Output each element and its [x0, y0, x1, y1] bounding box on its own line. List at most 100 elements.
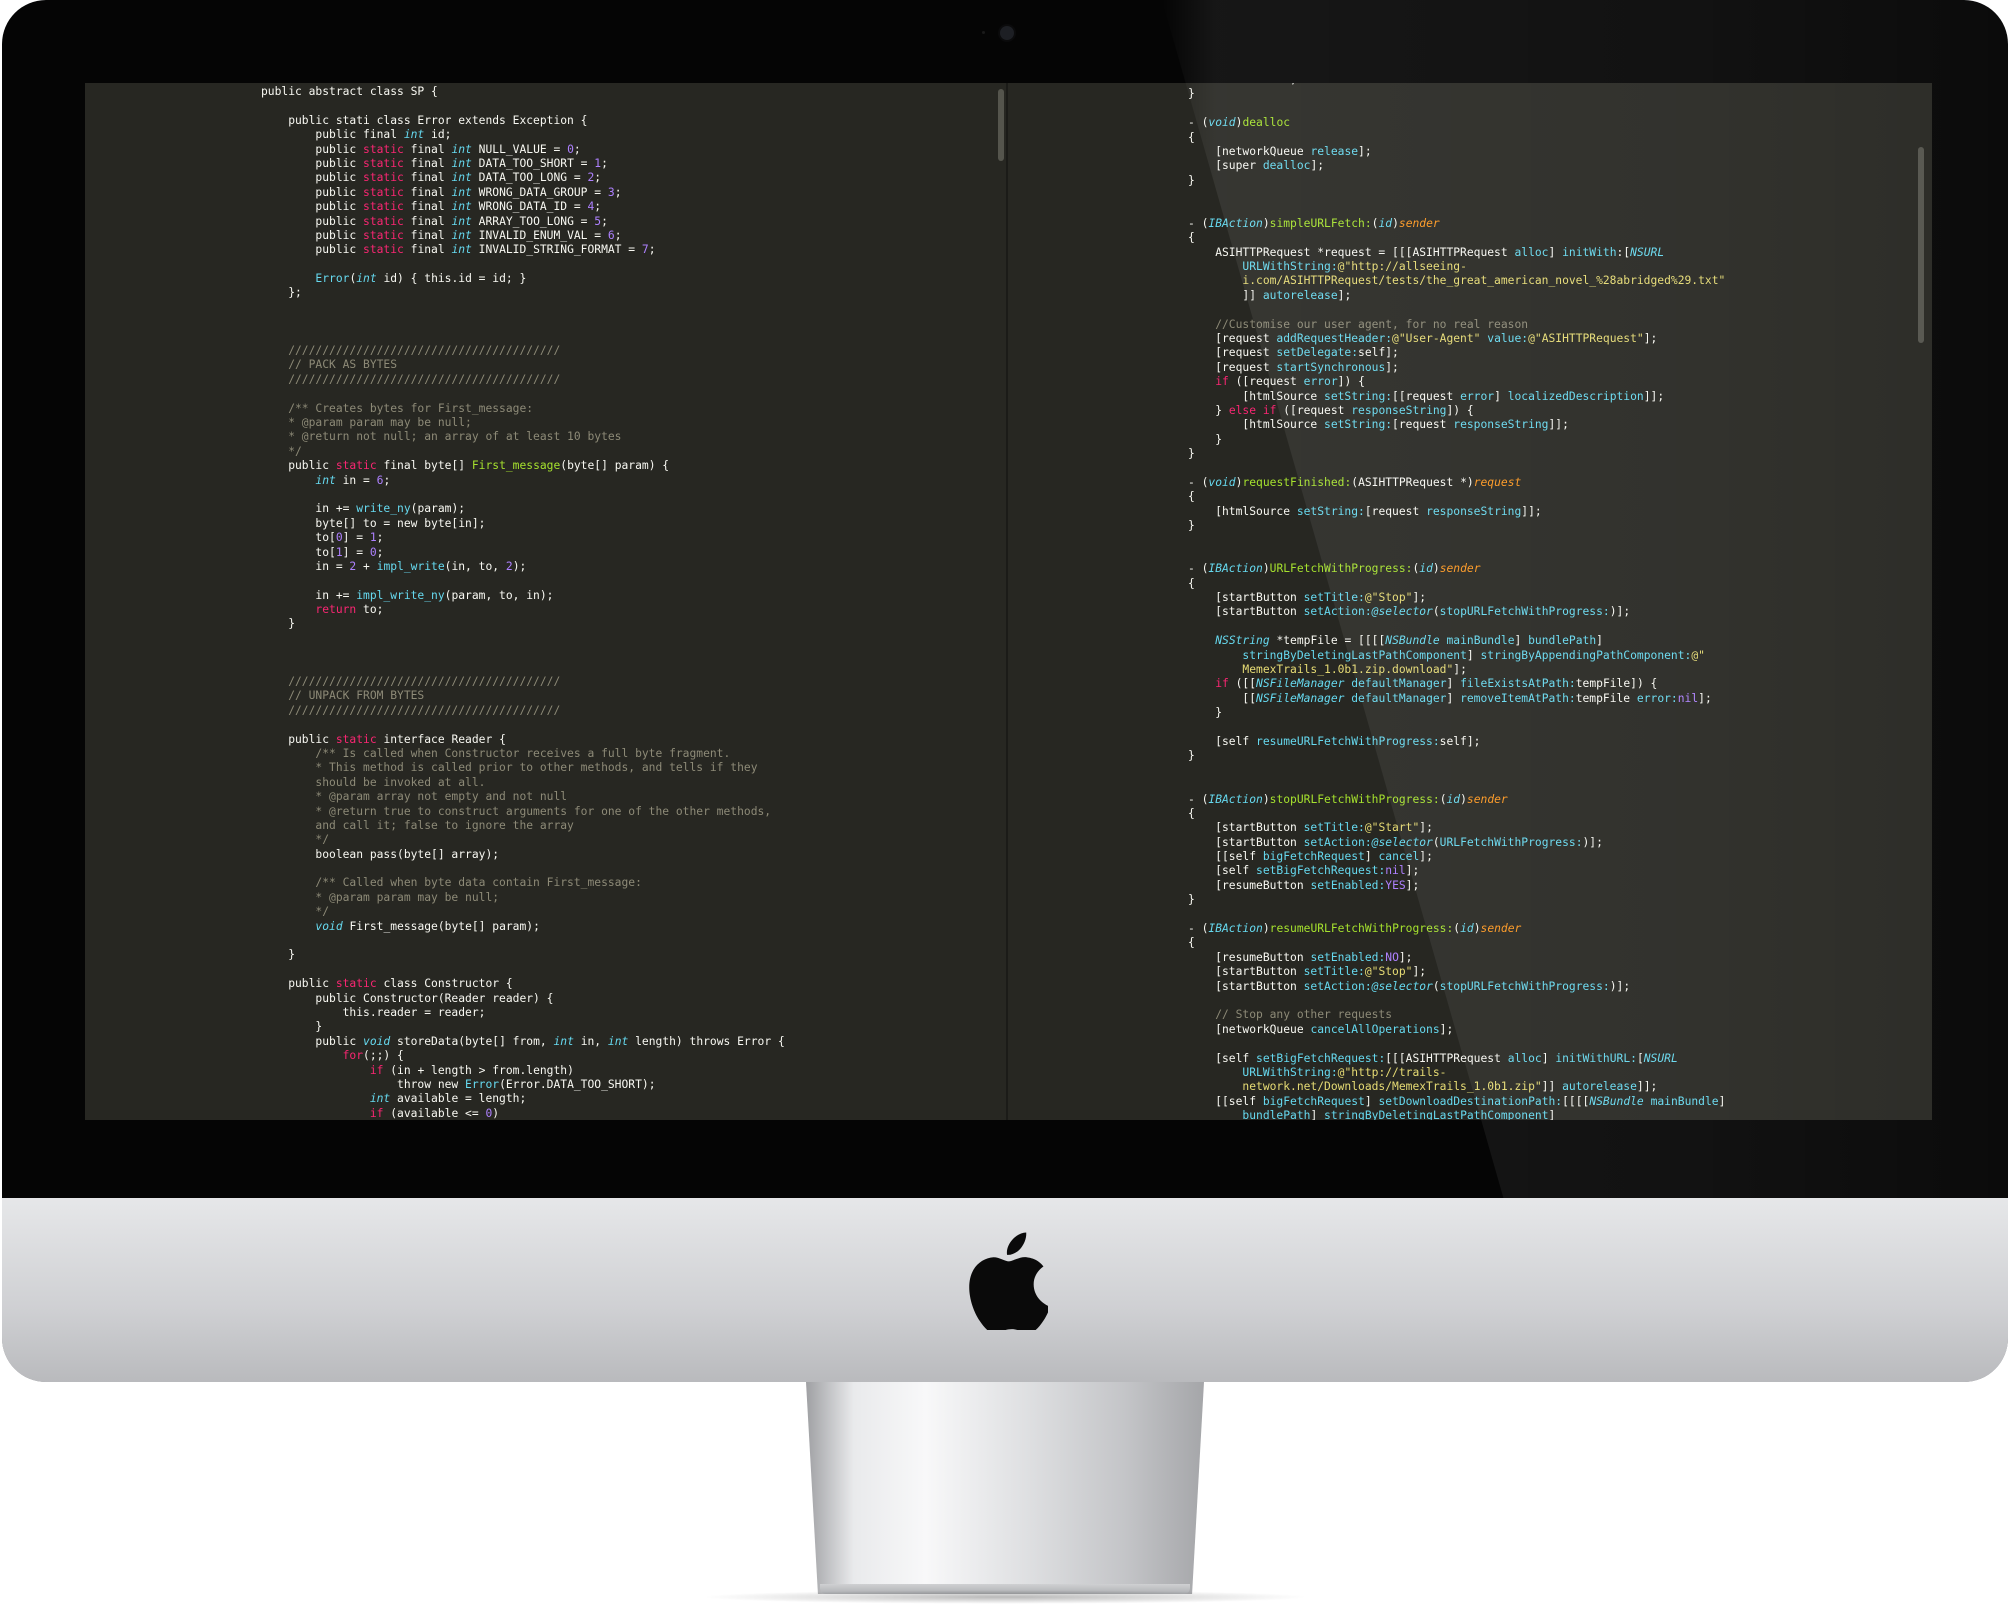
code-line[interactable]: - (IBAction)simpleURLFetch:(id)sender: [1188, 217, 1725, 231]
editor-pane-left[interactable]: public abstract class SP { public stati …: [85, 83, 1006, 1120]
code-line[interactable]: and call it; false to ignore the array: [261, 819, 785, 833]
code-line[interactable]: public static class Constructor {: [261, 977, 785, 991]
code-line[interactable]: [261, 718, 785, 732]
code-line[interactable]: [super dealloc];: [1188, 159, 1725, 173]
code-line[interactable]: bundlePath] stringByDeletingLastPathComp…: [1188, 1109, 1725, 1120]
code-line[interactable]: public static final int DATA_TOO_LONG = …: [261, 171, 785, 185]
code-line[interactable]: [htmlSource setString:[request responseS…: [1188, 505, 1725, 519]
code-line[interactable]: ////////////////////////////////////////: [261, 344, 785, 358]
code-line[interactable]: }: [261, 617, 785, 631]
code-line[interactable]: } else if ([request responseString]) {: [1188, 404, 1725, 418]
code-line[interactable]: public static final byte[] First_message…: [261, 459, 785, 473]
code-line[interactable]: [request startSynchronous];: [1188, 361, 1725, 375]
code-line[interactable]: public final int id;: [261, 128, 785, 142]
code-line[interactable]: throw new Error(Error.DATA_TOO_SHORT);: [261, 1078, 785, 1092]
editor-pane-right[interactable]: return self;} - (void)dealloc{ [networkQ…: [1008, 83, 1932, 1120]
code-line[interactable]: public stati class Error extends Excepti…: [261, 114, 785, 128]
code-line[interactable]: public void storeData(byte[] from, int i…: [261, 1035, 784, 1049]
code-line[interactable]: if ([[NSFileManager defaultManager] file…: [1188, 677, 1725, 691]
code-line[interactable]: }: [261, 948, 785, 962]
code-line[interactable]: {: [1188, 807, 1725, 821]
code-line[interactable]: this.reader = reader;: [261, 1006, 785, 1020]
code-line[interactable]: [261, 258, 785, 272]
code-line[interactable]: to[0] = 1;: [261, 531, 785, 545]
scrollbar-right[interactable]: [1918, 147, 1924, 343]
code-line[interactable]: public static final int ARRAY_TOO_LONG =…: [261, 215, 785, 229]
code-line[interactable]: */: [261, 905, 785, 919]
code-line[interactable]: [request addRequestHeader:@"User-Agent" …: [1188, 332, 1725, 346]
code-line[interactable]: {: [1188, 231, 1725, 245]
code-line[interactable]: }: [261, 1020, 785, 1034]
code-line[interactable]: [self resumeURLFetchWithProgress:self];: [1188, 735, 1725, 749]
code-line[interactable]: * This method is called prior to other m…: [261, 761, 785, 775]
code-line[interactable]: [[self bigFetchRequest] cancel];: [1188, 850, 1725, 864]
code-line[interactable]: [261, 387, 785, 401]
code-line[interactable]: /** Creates bytes for First_message:: [261, 402, 785, 416]
code-line[interactable]: return to;: [261, 603, 785, 617]
code-line[interactable]: ////////////////////////////////////////: [261, 704, 785, 718]
code-line[interactable]: [[self bigFetchRequest] setDownloadDesti…: [1188, 1095, 1725, 1109]
code-line[interactable]: // UNPACK FROM BYTES: [261, 689, 785, 703]
code-line[interactable]: [261, 934, 785, 948]
code-line[interactable]: ////////////////////////////////////////: [261, 675, 785, 689]
code-line[interactable]: - (IBAction)URLFetchWithProgress:(id)sen…: [1188, 562, 1725, 576]
code-line[interactable]: /** Called when byte data contain First_…: [261, 876, 785, 890]
code-line[interactable]: [htmlSource setString:[[request error] l…: [1188, 390, 1725, 404]
code-line[interactable]: if ([request error]) {: [1188, 375, 1725, 389]
code-left[interactable]: public abstract class SP { public stati …: [261, 85, 785, 1120]
scrollbar-left[interactable]: [998, 89, 1004, 161]
code-line[interactable]: int available = length;: [261, 1092, 785, 1106]
code-line[interactable]: [1188, 462, 1725, 476]
code-line[interactable]: to[1] = 0;: [261, 546, 785, 560]
code-line[interactable]: * @return not null; an array of at least…: [261, 430, 785, 444]
code-line[interactable]: */: [261, 445, 785, 459]
code-line[interactable]: [resumeButton setEnabled:YES];: [1188, 879, 1725, 893]
code-line[interactable]: void First_message(byte[] param);: [261, 920, 785, 934]
code-line[interactable]: URLWithString:@"http://allseeing-: [1188, 260, 1725, 274]
code-line[interactable]: [1188, 534, 1725, 548]
code-line[interactable]: - (void)requestFinished:(ASIHTTPRequest …: [1188, 476, 1725, 490]
code-line[interactable]: in += write_ny(param);: [261, 502, 785, 516]
code-line[interactable]: i.com/ASIHTTPRequest/tests/the_great_ame…: [1188, 274, 1725, 288]
code-line[interactable]: in += impl_write_ny(param, to, in);: [261, 589, 785, 603]
code-line[interactable]: [261, 632, 785, 646]
code-line[interactable]: /** Is called when Constructor receives …: [261, 747, 785, 761]
code-line[interactable]: * @param param may be null;: [261, 416, 785, 430]
code-line[interactable]: // Stop any other requests: [1188, 1008, 1725, 1022]
code-line[interactable]: [1188, 764, 1725, 778]
code-line[interactable]: [startButton setAction:@selector(stopURL…: [1188, 605, 1725, 619]
code-line[interactable]: public static final int WRONG_DATA_GROUP…: [261, 186, 785, 200]
code-line[interactable]: [1188, 303, 1725, 317]
code-line[interactable]: {: [1188, 936, 1725, 950]
code-line[interactable]: [261, 301, 785, 315]
code-line[interactable]: }: [1188, 749, 1725, 763]
code-line[interactable]: [261, 330, 785, 344]
code-line[interactable]: [1188, 908, 1725, 922]
code-line[interactable]: [startButton setTitle:@"Stop"];: [1188, 965, 1725, 979]
code-line[interactable]: }: [1188, 706, 1725, 720]
code-line[interactable]: [[NSFileManager defaultManager] removeIt…: [1188, 692, 1725, 706]
code-line[interactable]: }: [1188, 519, 1725, 533]
code-line[interactable]: [1188, 188, 1725, 202]
code-line[interactable]: [261, 646, 785, 660]
code-line[interactable]: [1188, 620, 1725, 634]
code-line[interactable]: [261, 862, 785, 876]
code-line[interactable]: [startButton setTitle:@"Start"];: [1188, 821, 1725, 835]
code-line[interactable]: [261, 963, 785, 977]
code-line[interactable]: [startButton setTitle:@"Stop"];: [1188, 591, 1725, 605]
code-line[interactable]: public abstract class SP {: [261, 85, 785, 99]
code-line[interactable]: {: [1188, 577, 1725, 591]
code-line[interactable]: * @return true to construct arguments fo…: [261, 805, 785, 819]
code-line[interactable]: [1188, 102, 1725, 116]
code-line[interactable]: should be invoked at all.: [261, 776, 785, 790]
code-line[interactable]: - (IBAction)resumeURLFetchWithProgress:(…: [1188, 922, 1725, 936]
code-line[interactable]: }: [1188, 174, 1725, 188]
code-line[interactable]: [startButton setAction:@selector(URLFetc…: [1188, 836, 1725, 850]
code-line[interactable]: {: [1188, 131, 1725, 145]
code-line[interactable]: network.net/Downloads/MemexTrails_1.0b1.…: [1188, 1080, 1725, 1094]
code-line[interactable]: [261, 574, 785, 588]
code-line[interactable]: public static final int NULL_VALUE = 0;: [261, 143, 785, 157]
code-line[interactable]: stringByDeletingLastPathComponent] strin…: [1188, 649, 1725, 663]
code-line[interactable]: }: [1188, 893, 1725, 907]
code-line[interactable]: [networkQueue release];: [1188, 145, 1725, 159]
